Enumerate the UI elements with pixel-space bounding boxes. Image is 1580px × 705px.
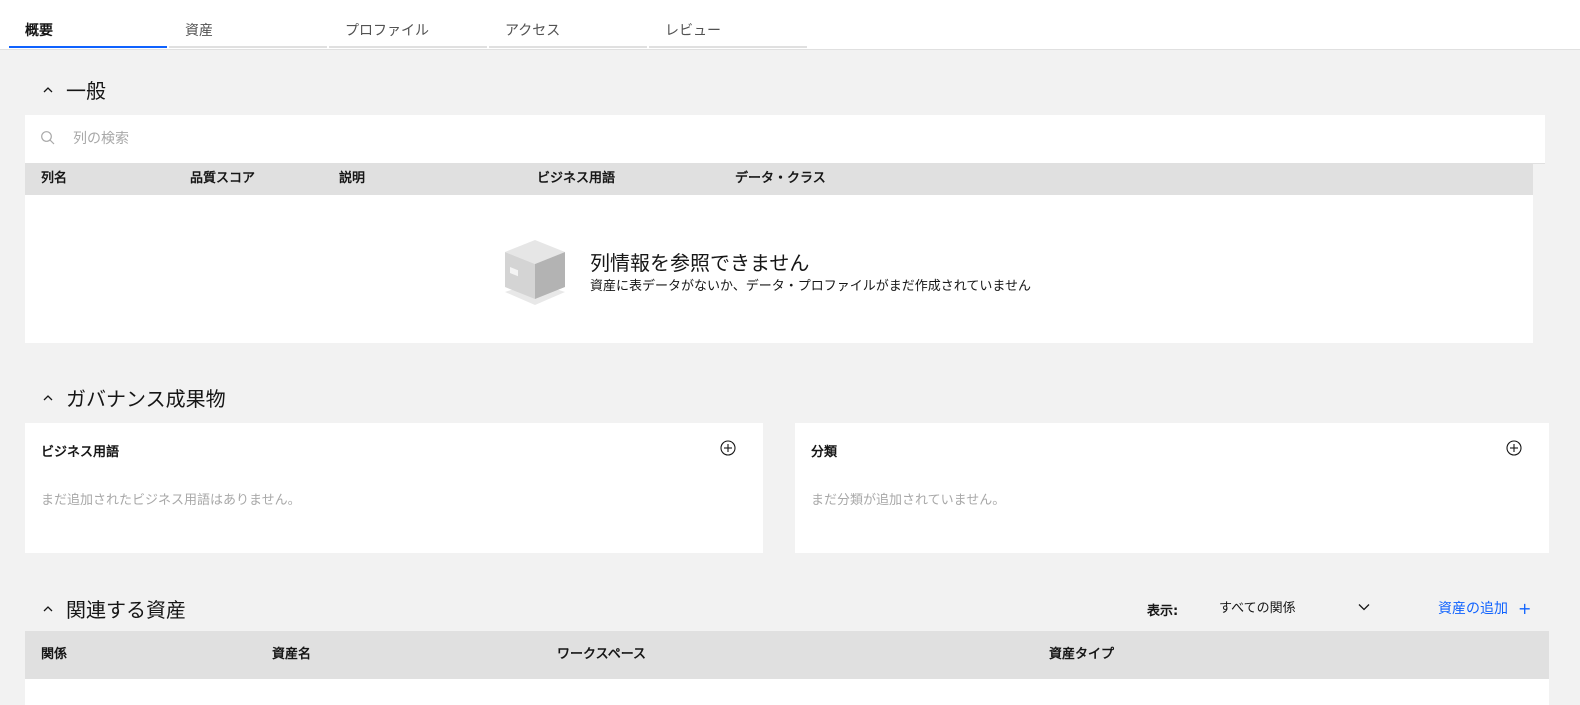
business-terms-card: ビジネス用語 まだ追加されたビジネス用語はありません。: [25, 423, 763, 553]
chevron-up-icon[interactable]: [40, 390, 56, 406]
chevron-up-icon[interactable]: [40, 82, 56, 98]
plus-icon: +: [1518, 598, 1532, 618]
tab-review[interactable]: レビュー: [649, 0, 807, 48]
tab-profile[interactable]: プロファイル: [329, 0, 487, 48]
related-header-workspace[interactable]: ワークスペース: [557, 631, 646, 679]
classification-card: 分類 まだ分類が追加されていません。: [795, 423, 1549, 553]
tab-bar: 概要 資産 プロファイル アクセス レビュー: [0, 0, 1580, 50]
general-section-title: 一般: [66, 79, 106, 103]
column-table-header: 列名 品質スコア 説明 ビジネス用語 データ・クラス: [25, 163, 1533, 195]
add-business-term-icon[interactable]: [719, 439, 737, 457]
classification-title: 分類: [811, 445, 838, 460]
add-asset-button[interactable]: 資産の追加 +: [1438, 598, 1531, 618]
column-header-business-terms[interactable]: ビジネス用語: [537, 163, 615, 195]
governance-section-title: ガバナンス成果物: [66, 387, 226, 411]
related-assets-table-header: 関係 資産名 ワークスペース 資産タイプ: [25, 631, 1549, 679]
add-classification-icon[interactable]: [1505, 439, 1523, 457]
search-icon: [41, 131, 55, 145]
business-terms-title: ビジネス用語: [41, 445, 120, 460]
column-search-bar: [25, 115, 1545, 164]
related-assets-section-header[interactable]: 関連する資産: [40, 594, 186, 623]
column-empty-state: 列情報を参照できません 資産に表データがないか、データ・プロファイルがまだ作成さ…: [25, 195, 1533, 343]
empty-box-illustration: [505, 240, 565, 305]
tab-access[interactable]: アクセス: [489, 0, 647, 48]
column-header-name[interactable]: 列名: [41, 163, 67, 195]
chevron-down-icon: [1358, 604, 1370, 611]
empty-state-title: 列情報を参照できません: [590, 251, 810, 275]
relationship-filter-dropdown[interactable]: すべての関係: [1207, 592, 1387, 622]
column-header-description[interactable]: 説明: [339, 163, 365, 195]
relationship-filter-value: すべての関係: [1219, 601, 1296, 616]
related-header-relationship[interactable]: 関係: [41, 631, 67, 679]
tab-assets[interactable]: 資産: [169, 0, 327, 48]
column-header-quality-score[interactable]: 品質スコア: [190, 163, 255, 195]
related-header-asset-name[interactable]: 資産名: [272, 631, 311, 679]
related-header-asset-type[interactable]: 資産タイプ: [1049, 631, 1114, 679]
governance-section-header[interactable]: ガバナンス成果物: [40, 383, 226, 412]
chevron-up-icon[interactable]: [40, 601, 56, 617]
business-terms-empty: まだ追加されたビジネス用語はありません。: [41, 493, 301, 508]
classification-empty: まだ分類が追加されていません。: [811, 493, 1006, 508]
tab-overview[interactable]: 概要: [9, 0, 167, 48]
column-search-input[interactable]: [71, 123, 1475, 155]
column-header-data-class[interactable]: データ・クラス: [735, 163, 826, 195]
empty-state-subtitle: 資産に表データがないか、データ・プロファイルがまだ作成されていません: [590, 279, 1031, 294]
add-asset-label: 資産の追加: [1438, 601, 1508, 617]
relationship-filter-label: 表示:: [1147, 604, 1179, 619]
related-assets-section-title: 関連する資産: [66, 598, 186, 622]
related-assets-table-body: [25, 679, 1549, 705]
general-section-header[interactable]: 一般: [40, 75, 106, 104]
